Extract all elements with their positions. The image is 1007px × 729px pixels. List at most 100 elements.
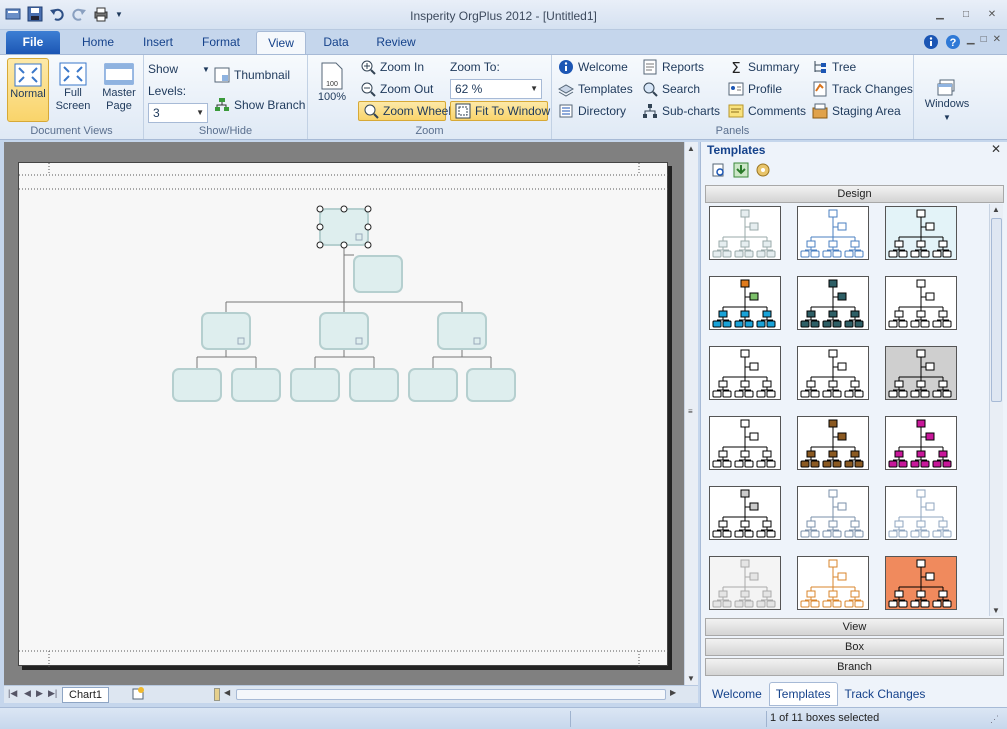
template-thumb-orange-outline[interactable] <box>797 556 869 610</box>
tab-insert[interactable]: Insert <box>132 31 184 54</box>
zoom-to-select[interactable]: 62 % ▼ <box>450 79 542 99</box>
scroll-grip-icon[interactable]: ≡ <box>688 407 693 416</box>
scroll-up-icon[interactable]: ▲ <box>687 144 695 153</box>
show-branch-button[interactable]: Show Branch <box>214 95 305 115</box>
sheet-nav-prev-icon[interactable]: ◀ <box>24 688 31 699</box>
new-sheet-icon[interactable] <box>130 687 146 704</box>
box-section-bar[interactable]: Box <box>705 638 1004 656</box>
status-divider-1 <box>570 711 571 727</box>
template-thumb-pale-gray[interactable] <box>709 556 781 610</box>
tab-review[interactable]: Review <box>368 31 424 54</box>
zoom-in-button[interactable]: Zoom In <box>360 57 424 77</box>
zoom-100-icon: 100 <box>321 62 343 90</box>
normal-view-button[interactable]: Normal <box>7 58 49 122</box>
template-thumb-steel-outline[interactable] <box>797 486 869 540</box>
view-section-bar[interactable]: View <box>705 618 1004 636</box>
doc-close-icon[interactable]: ✕ <box>993 34 1001 53</box>
tab-home[interactable]: Home <box>72 31 124 54</box>
minimize-icon[interactable]: ▁ <box>933 7 947 21</box>
sub-charts-icon <box>642 103 658 119</box>
scroll-right-icon[interactable]: ▶ <box>670 688 676 697</box>
selection-status: 1 of 11 boxes selected <box>770 712 880 724</box>
template-thumb-magenta[interactable] <box>885 416 957 470</box>
panel-tab-welcome[interactable]: Welcome <box>705 682 769 706</box>
zoom-out-button[interactable]: Zoom Out <box>360 79 433 99</box>
template-thumb-black-outline-4[interactable] <box>709 416 781 470</box>
welcome-panel-button[interactable]: Welcome <box>558 57 628 77</box>
gallery-scroll-down-icon[interactable]: ▼ <box>992 606 1000 615</box>
summary-panel-button[interactable]: Σ Summary <box>728 57 799 77</box>
split-handle[interactable] <box>214 688 220 701</box>
comments-panel-button[interactable]: Comments <box>728 101 806 121</box>
gallery-scroll-up-icon[interactable]: ▲ <box>992 205 1000 214</box>
template-thumb-gray-box[interactable] <box>709 486 781 540</box>
group-label-show-hide: Show/Hide <box>198 125 253 137</box>
ribbon-minimize-icon[interactable]: ▁ <box>967 34 975 53</box>
sheet-nav-last-icon[interactable]: ▶| <box>48 688 57 699</box>
chart-page[interactable] <box>18 162 669 667</box>
panel-tab-templates[interactable]: Templates <box>768 682 838 706</box>
track-changes-panel-button[interactable]: Track Changes <box>812 79 913 99</box>
zoom-100-button[interactable]: 100 100% <box>314 58 350 122</box>
scroll-left-icon[interactable]: ◀ <box>224 688 230 697</box>
sheet-nav-first-icon[interactable]: |◀ <box>8 688 17 699</box>
sheet-nav-next-icon[interactable]: ▶ <box>36 688 43 699</box>
template-thumb-black-on-blue[interactable] <box>885 206 957 260</box>
profile-panel-button[interactable]: Profile <box>728 79 782 99</box>
info-icon[interactable] <box>923 34 939 53</box>
fit-to-window-button[interactable]: Fit To Window <box>450 101 550 121</box>
resize-grip-icon[interactable]: ⋰ <box>990 714 999 725</box>
gallery-scroll-thumb[interactable] <box>991 218 1002 402</box>
windows-button[interactable]: Windows ▼ <box>922 75 972 129</box>
template-thumb-orange-bg[interactable] <box>885 556 957 610</box>
template-thumb-black-outline[interactable] <box>885 276 957 330</box>
track-changes-icon <box>812 81 828 97</box>
reports-panel-button[interactable]: Reports <box>642 57 704 77</box>
panel-close-icon[interactable]: ✕ <box>991 142 1001 156</box>
horizontal-scroll-thumb[interactable] <box>236 689 666 700</box>
directory-panel-button[interactable]: Directory <box>558 101 626 121</box>
staging-area-panel-button[interactable]: Staging Area <box>812 101 901 121</box>
tree-panel-button[interactable]: Tree <box>812 57 856 77</box>
template-thumb-brown[interactable] <box>797 416 869 470</box>
tab-data[interactable]: Data <box>314 31 358 54</box>
tab-file[interactable]: File <box>6 31 60 54</box>
template-thumb-blue-outline[interactable] <box>797 206 869 260</box>
org-box-staff-5 <box>408 368 458 402</box>
template-search-icon[interactable] <box>711 162 727 181</box>
template-gallery <box>707 204 987 616</box>
tab-format[interactable]: Format <box>194 31 248 54</box>
master-page-button[interactable]: Master Page <box>97 58 141 122</box>
close-icon[interactable]: ✕ <box>985 7 999 21</box>
help-icon[interactable]: ? <box>945 34 961 53</box>
thumbnail-button[interactable]: Thumbnail <box>214 65 290 85</box>
show-menu-button[interactable]: Show ▼ <box>148 59 210 79</box>
template-thumb-orange-cyan[interactable] <box>709 276 781 330</box>
scroll-down-icon[interactable]: ▼ <box>687 674 695 683</box>
search-panel-button[interactable]: Search <box>642 79 700 99</box>
chart-canvas-area[interactable] <box>4 142 684 685</box>
template-thumb-teal[interactable] <box>797 276 869 330</box>
ribbon-restore-icon[interactable]: □ <box>981 34 987 53</box>
sub-charts-panel-button[interactable]: Sub-charts <box>642 101 720 121</box>
panel-tab-track-changes[interactable]: Track Changes <box>838 682 933 706</box>
zoom-wheel-button[interactable]: Zoom Wheel <box>358 101 451 121</box>
template-gallery-scrollbar[interactable]: ▲ ▼ <box>989 204 1003 616</box>
canvas-vertical-scrollbar[interactable]: ▲ ≡ ▼ <box>684 142 698 685</box>
templates-panel-button[interactable]: Templates <box>557 79 633 99</box>
branch-section-bar[interactable]: Branch <box>705 658 1004 676</box>
template-thumb-black-outline-2[interactable] <box>709 346 781 400</box>
design-section-bar[interactable]: Design <box>705 185 1004 203</box>
tab-view[interactable]: View <box>256 31 306 54</box>
template-thumb-gray-bg[interactable] <box>885 346 957 400</box>
levels-select[interactable]: 3 ▼ <box>148 103 208 123</box>
maximize-icon[interactable]: □ <box>959 7 973 21</box>
template-import-icon[interactable] <box>733 162 749 181</box>
template-thumb-light-steel[interactable] <box>885 486 957 540</box>
full-screen-button[interactable]: Full Screen <box>52 58 94 122</box>
sheet-tab-chart1[interactable]: Chart1 <box>62 687 110 703</box>
svg-text:Σ: Σ <box>731 59 740 75</box>
template-thumb-black-outline-3[interactable] <box>797 346 869 400</box>
template-settings-icon[interactable] <box>755 162 771 181</box>
template-thumb-pale[interactable] <box>709 206 781 260</box>
